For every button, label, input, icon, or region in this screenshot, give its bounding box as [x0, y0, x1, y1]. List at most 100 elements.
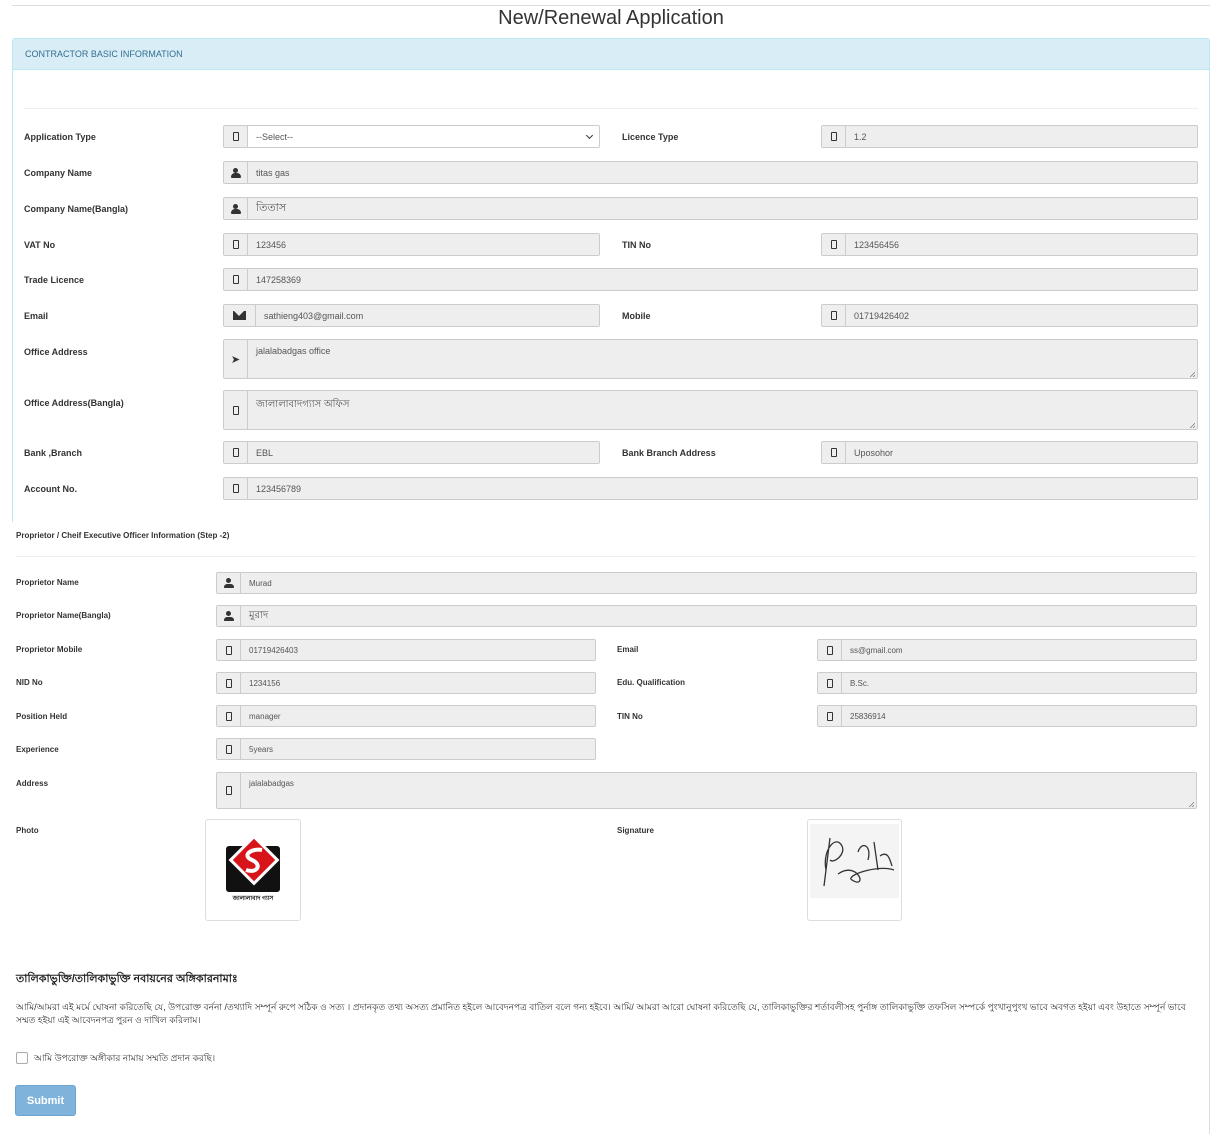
account-no-field[interactable]: 123456789 — [223, 477, 1198, 500]
resize-handle-icon[interactable] — [1188, 801, 1194, 807]
licence-type-field[interactable]: 1.2 — [821, 125, 1198, 148]
proprietor-email-value: ss@gmail.com — [850, 645, 903, 655]
envelope-icon — [224, 305, 256, 326]
mobile-label: Mobile — [622, 311, 651, 321]
signature-label: Signature — [617, 826, 654, 835]
proprietor-mobile-value: 01719426403 — [249, 645, 298, 655]
experience-field[interactable]: 5years — [216, 738, 596, 760]
proprietor-section-title: Proprietor / Cheif Executive Officer Inf… — [16, 531, 230, 540]
company-name-bangla-field[interactable]: তিতাস — [223, 197, 1198, 220]
agree-checkbox[interactable] — [16, 1052, 28, 1064]
bank-branch-address-label: Bank Branch Address — [622, 448, 716, 458]
address-label: Address — [16, 779, 49, 788]
office-address-textarea[interactable]: ➤ jalalabadgas office — [223, 339, 1198, 379]
company-name-bangla-label: Company Name(Bangla) — [24, 204, 129, 214]
mobile-icon — [822, 442, 846, 463]
position-held-field[interactable]: manager — [216, 705, 596, 727]
nid-no-label: NID No — [16, 678, 43, 687]
mobile-value: 01719426402 — [854, 310, 910, 321]
position-held-label: Position Held — [16, 712, 68, 721]
experience-value: 5years — [249, 744, 274, 754]
office-address-bangla-textarea[interactable]: জালালাবাদগ্যাস অফিস — [223, 390, 1198, 430]
mobile-icon — [822, 126, 846, 147]
account-no-label: Account No. — [24, 484, 77, 494]
company-name-field[interactable]: titas gas — [223, 161, 1198, 184]
vat-no-value: 123456 — [256, 239, 287, 250]
licence-type-value: 1.2 — [854, 131, 867, 142]
mobile-icon — [224, 442, 248, 463]
chevron-down-icon — [579, 126, 599, 147]
edu-qualification-value: B.Sc. — [850, 678, 870, 688]
mobile-icon — [217, 773, 241, 808]
photo-thumbnail[interactable]: জালালাবাদ গ্যাস — [205, 819, 301, 921]
agree-checkbox-label: আমি উপরোক্ত অঙ্গীকার নামায় সম্মতি প্রদা… — [34, 1053, 216, 1063]
edu-qualification-field[interactable]: B.Sc. — [817, 672, 1197, 694]
address-textarea[interactable]: jalalabadgas — [216, 772, 1197, 809]
nid-no-value: 1234156 — [249, 678, 281, 688]
address-value: jalalabadgas — [249, 779, 294, 788]
mobile-icon — [224, 126, 248, 147]
application-type-select[interactable]: --Select-- — [223, 125, 600, 148]
section-divider — [24, 108, 1198, 109]
application-type-value: --Select-- — [256, 131, 294, 142]
proprietor-tin-label: TIN No — [617, 712, 643, 721]
licence-type-label: Licence Type — [622, 132, 679, 142]
office-address-bangla-value: জালালাবাদগ্যাস অফিস — [256, 399, 350, 410]
declaration-text: আমি/আমরা এই মর্মে ঘোষনা করিতেছি যে, উপরো… — [16, 1002, 1186, 1025]
proprietor-tin-field[interactable]: 25836914 — [817, 705, 1197, 727]
office-address-bangla-label: Office Address(Bangla) — [24, 398, 124, 408]
trade-licence-field[interactable]: 147258369 — [223, 268, 1198, 291]
tin-no-field[interactable]: 123456456 — [821, 233, 1198, 256]
resize-handle-icon[interactable] — [1189, 422, 1195, 428]
mobile-icon — [818, 706, 842, 726]
mobile-field[interactable]: 01719426402 — [821, 304, 1198, 327]
bank-branch-field[interactable]: EBL — [223, 441, 600, 464]
signature-thumbnail[interactable] — [807, 819, 902, 921]
tin-no-label: TIN No — [622, 240, 651, 250]
bank-branch-address-field[interactable]: Uposohor — [821, 441, 1198, 464]
mobile-icon — [822, 234, 846, 255]
proprietor-mobile-field[interactable]: 01719426403 — [216, 639, 596, 661]
submit-button[interactable]: Submit — [15, 1085, 76, 1116]
account-no-value: 123456789 — [256, 483, 302, 494]
proprietor-name-field[interactable]: Murad — [216, 572, 1197, 594]
company-name-label: Company Name — [24, 168, 93, 178]
tin-no-value: 123456456 — [854, 239, 900, 250]
proprietor-email-field[interactable]: ss@gmail.com — [817, 639, 1197, 661]
user-icon — [217, 573, 241, 593]
proprietor-name-bangla-label: Proprietor Name(Bangla) — [16, 611, 111, 620]
application-type-label: Application Type — [24, 132, 96, 142]
declaration-title: তালিকাভুক্তি/তালিকাভুক্তি নবায়নের অঙ্গি… — [16, 973, 238, 985]
proprietor-email-label: Email — [617, 645, 639, 654]
position-held-value: manager — [249, 711, 281, 721]
mobile-icon — [224, 234, 248, 255]
proprietor-name-value: Murad — [249, 578, 272, 588]
vat-no-label: VAT No — [24, 240, 56, 250]
logo-caption: জালালাবাদ গ্যাস — [232, 896, 274, 902]
office-address-label: Office Address — [24, 347, 88, 357]
user-icon — [217, 606, 241, 626]
mobile-icon — [224, 391, 248, 429]
signature-image — [810, 824, 899, 898]
proprietor-mobile-label: Proprietor Mobile — [16, 645, 83, 654]
mobile-icon — [217, 640, 241, 660]
email-field[interactable]: sathieng403@gmail.com — [223, 304, 600, 327]
section-divider — [16, 556, 1196, 557]
resize-handle-icon[interactable] — [1189, 371, 1195, 377]
mobile-icon — [217, 706, 241, 726]
bank-branch-address-value: Uposohor — [854, 447, 894, 458]
trade-licence-label: Trade Licence — [24, 275, 85, 285]
basic-info-header: CONTRACTOR BASIC INFORMATION — [13, 39, 1209, 70]
vat-no-field[interactable]: 123456 — [223, 233, 600, 256]
nid-no-field[interactable]: 1234156 — [216, 672, 596, 694]
location-arrow-icon: ➤ — [224, 340, 248, 378]
proprietor-name-bangla-field[interactable]: মুরাদ — [216, 605, 1197, 627]
bank-branch-label: Bank ,Branch — [24, 448, 83, 458]
mobile-icon — [818, 640, 842, 660]
mobile-icon — [822, 305, 846, 326]
mobile-icon — [224, 269, 248, 290]
photo-label: Photo — [16, 826, 39, 835]
mobile-icon — [224, 478, 248, 499]
company-name-value: titas gas — [256, 167, 290, 178]
edu-qualification-label: Edu. Qualification — [617, 678, 686, 687]
